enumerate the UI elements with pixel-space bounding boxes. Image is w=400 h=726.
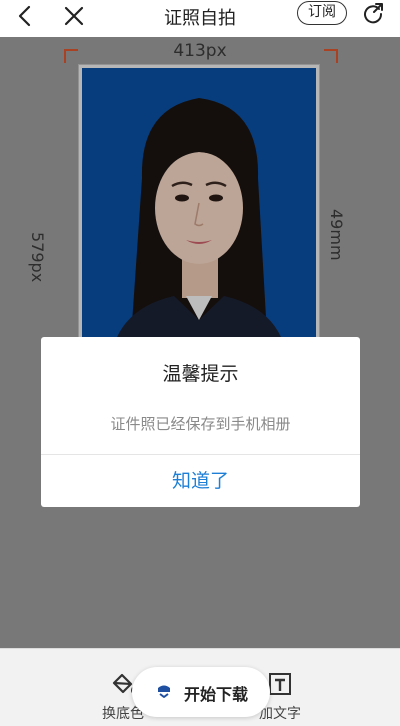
download-icon [158,685,170,698]
got-it-button[interactable]: 知道了 [41,455,360,507]
subscribe-button[interactable]: 订阅 [297,1,347,25]
dialog-title: 温馨提示 [162,363,239,385]
dialog-message: 证件照已经保存到手机相册 [110,415,291,433]
share-icon[interactable] [361,1,385,25]
top-bar: 证照自拍 订阅 [0,0,400,37]
start-download-button[interactable]: 开始下载 [132,667,270,717]
start-download-label: 开始下载 [184,685,249,704]
text-icon [269,673,291,695]
tip-dialog: 温馨提示 证件照已经保存到手机相册 知道了 [41,337,360,507]
